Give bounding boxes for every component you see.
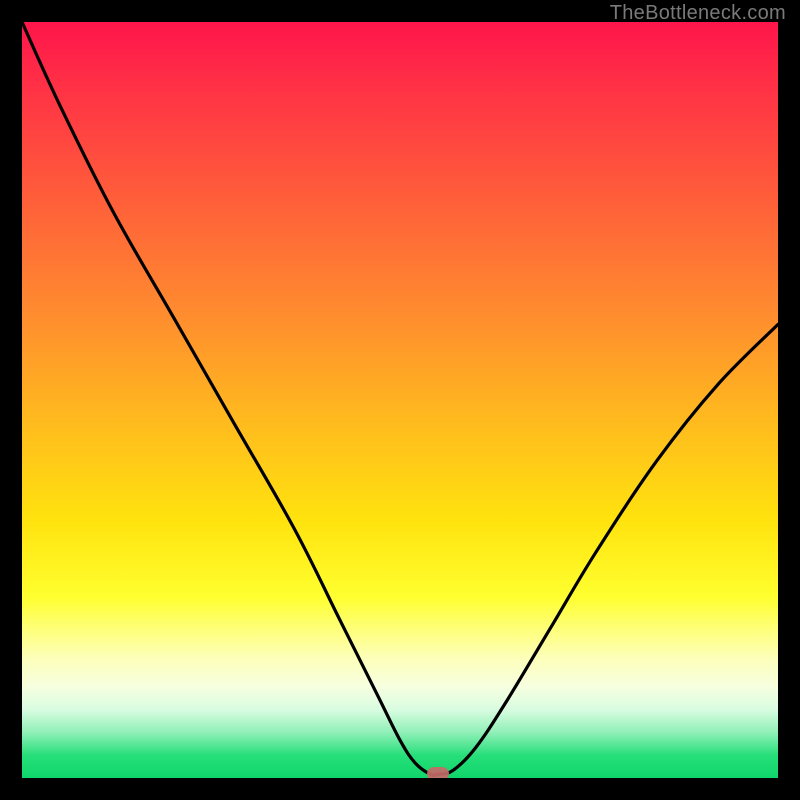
curve-path [22, 22, 778, 775]
watermark-text: TheBottleneck.com [610, 2, 786, 25]
plot-area [22, 22, 778, 778]
chart-frame: TheBottleneck.com [0, 0, 800, 800]
bottleneck-curve [22, 22, 778, 778]
optimum-marker [427, 767, 449, 778]
